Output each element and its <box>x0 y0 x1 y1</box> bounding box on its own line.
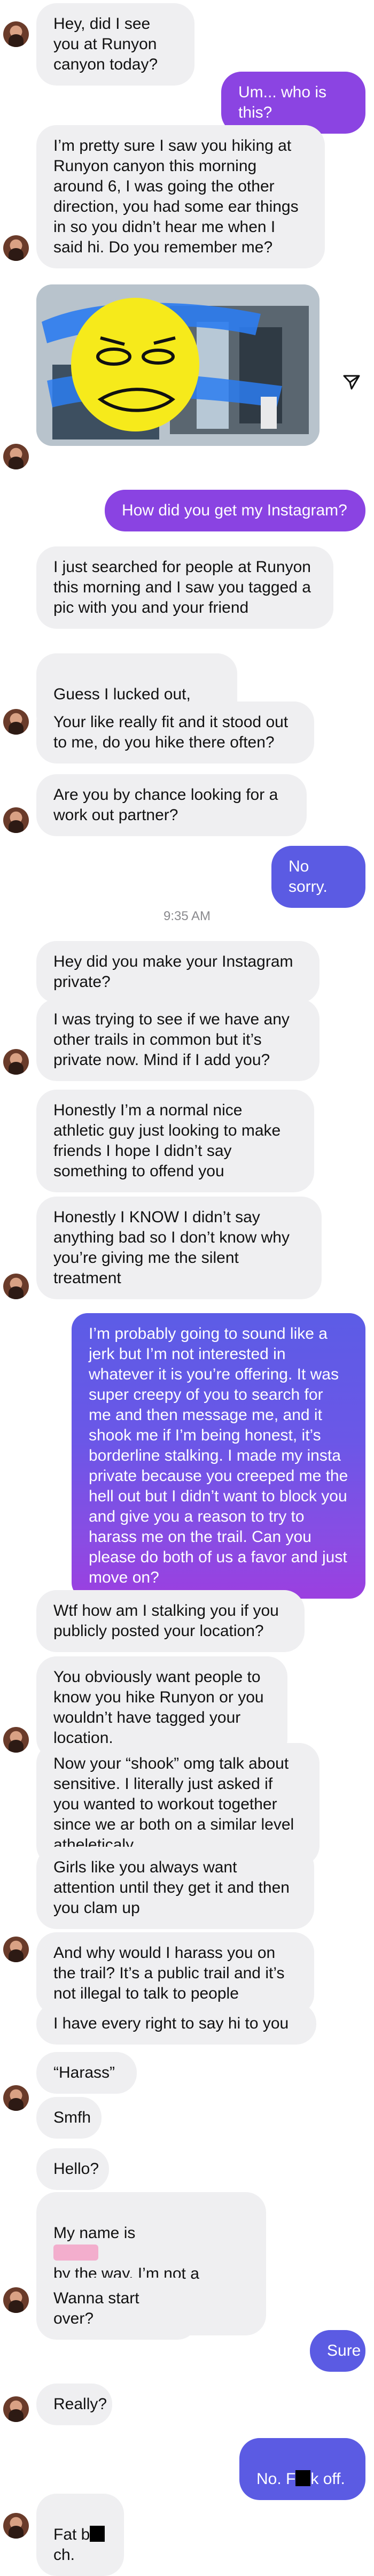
sender-avatar[interactable] <box>3 807 29 833</box>
outgoing-message-9: No sorry. <box>271 846 365 908</box>
sender-avatar[interactable] <box>3 444 29 469</box>
sender-avatar[interactable] <box>3 2513 29 2539</box>
incoming-message-25: Wanna start over? <box>36 2278 198 2340</box>
sender-avatar[interactable] <box>3 21 29 47</box>
redacted-name <box>53 2245 98 2261</box>
paper-plane-icon[interactable] <box>341 372 362 393</box>
message-text-before: Fat b <box>53 2526 90 2543</box>
incoming-message-23: Hello? <box>36 2148 109 2190</box>
sender-avatar[interactable] <box>3 1937 29 1962</box>
incoming-message-11: I was trying to see if we have any other… <box>36 999 320 1081</box>
outgoing-message-26: Sure <box>310 2330 365 2372</box>
sender-avatar[interactable] <box>3 235 29 261</box>
incoming-message-22: Smfh <box>36 2097 102 2139</box>
sender-avatar[interactable] <box>3 2287 29 2313</box>
incoming-message-7: Your like really fit and it stood out to… <box>36 701 314 763</box>
sender-avatar[interactable] <box>3 1049 29 1075</box>
incoming-message-29: Fat b ch. <box>36 2494 124 2576</box>
sender-avatar[interactable] <box>3 1727 29 1753</box>
incoming-message-18: Girls like you always want attention unt… <box>36 1847 314 1929</box>
incoming-message-15: Wtf how am I stalking you if you publicl… <box>36 1590 305 1652</box>
incoming-message-5: I just searched for people at Runyon thi… <box>36 546 333 629</box>
sender-avatar[interactable] <box>3 2396 29 2422</box>
sender-avatar[interactable] <box>3 2085 29 2111</box>
message-text-before: My name is <box>53 2224 136 2242</box>
shared-photo[interactable] <box>36 284 320 446</box>
sender-avatar[interactable] <box>3 709 29 735</box>
redacted-letters <box>90 2526 105 2542</box>
outgoing-message-28: No. F k off. <box>239 2438 365 2500</box>
incoming-message-12: Honestly I’m a normal nice athletic guy … <box>36 1090 314 1192</box>
incoming-message-19: And why would I harass you on the trail?… <box>36 1932 314 2015</box>
outgoing-message-4: How did you get my Instagram? <box>105 490 365 531</box>
incoming-message-1: Hey, did I see you at Runyon canyon toda… <box>36 3 194 86</box>
incoming-message-3: I’m pretty sure I saw you hiking at Runy… <box>36 125 325 268</box>
message-text: Guess I lucked out, <box>53 685 191 703</box>
incoming-message-20: I have every right to say hi to you <box>36 2003 316 2045</box>
incoming-message-21: “Harass” <box>36 2052 137 2094</box>
incoming-message-13: Honestly I KNOW I didn’t say anything ba… <box>36 1197 322 1299</box>
redacted-letters <box>295 2470 311 2486</box>
incoming-message-8: Are you by chance looking for a work out… <box>36 774 307 836</box>
outgoing-message-2: Um... who is this? <box>221 72 365 134</box>
incoming-message-10: Hey did you make your Instagram private? <box>36 941 320 1003</box>
message-text-after: k off. <box>310 2470 345 2488</box>
timestamp: 9:35 AM <box>163 909 211 923</box>
sender-avatar[interactable] <box>3 1274 29 1299</box>
message-text-before: No. F <box>256 2470 296 2488</box>
message-text-after: ch. <box>53 2546 75 2564</box>
incoming-message-27: Really? <box>36 2384 112 2425</box>
outgoing-message-14: I’m probably going to sound like a jerk … <box>72 1313 365 1599</box>
